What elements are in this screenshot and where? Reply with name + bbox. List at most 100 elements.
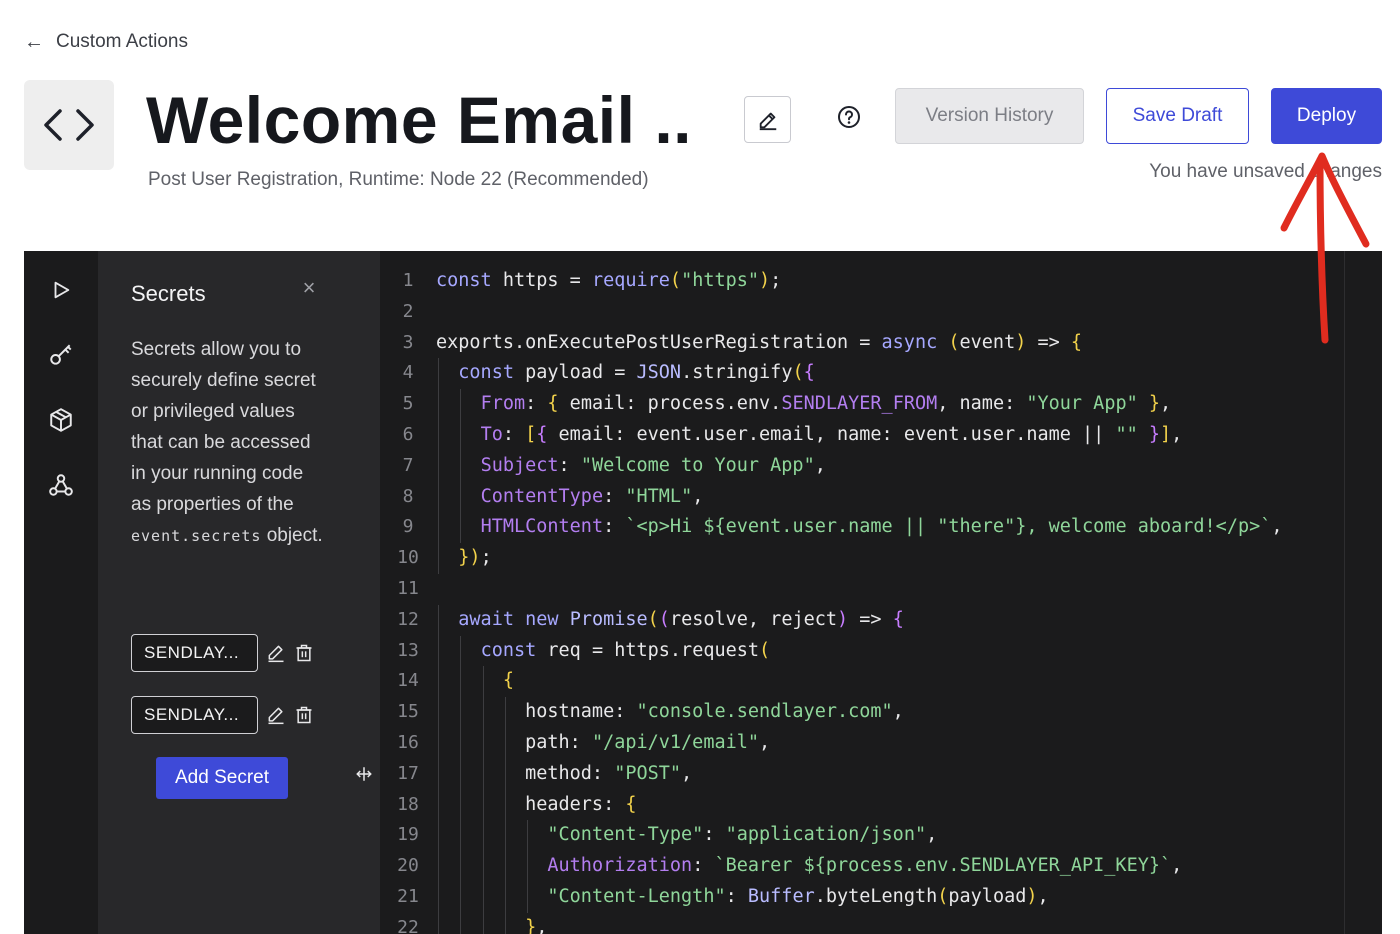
line-number: 4 xyxy=(402,362,414,384)
indent-guide xyxy=(460,727,462,759)
code-line[interactable]: Authorization: `Bearer ${process.env.SEN… xyxy=(436,851,1361,882)
close-icon[interactable]: × xyxy=(298,277,320,299)
indent-guide xyxy=(504,789,506,821)
code-text: await new Promise((resolve, reject) => { xyxy=(458,608,904,630)
key-icon[interactable] xyxy=(46,340,76,370)
indent-guide xyxy=(504,881,506,913)
indent-guide xyxy=(460,389,462,420)
indent-guide xyxy=(460,481,462,513)
package-icon[interactable] xyxy=(46,405,76,435)
resize-handle-icon[interactable] xyxy=(355,763,373,785)
deploy-button[interactable]: Deploy xyxy=(1271,88,1382,144)
indent-guide xyxy=(460,697,462,728)
code-line[interactable]: Subject: "Welcome to Your App", xyxy=(436,450,1361,482)
line-number: 7 xyxy=(402,454,414,476)
back-link-label: Custom Actions xyxy=(56,31,188,52)
line-number: 3 xyxy=(402,331,414,353)
trash-icon[interactable] xyxy=(292,641,316,665)
question-icon xyxy=(838,106,860,128)
indent-guide xyxy=(438,820,439,852)
help-button[interactable] xyxy=(833,101,865,133)
code-text: Authorization: `Bearer ${process.env.SEN… xyxy=(547,855,1183,877)
code-text: path: "/api/v1/email", xyxy=(436,731,771,753)
code-line[interactable]: const https = require("https"); xyxy=(436,266,1361,297)
edit-title-button[interactable] xyxy=(744,96,791,143)
code-line[interactable]: }, xyxy=(436,912,1361,934)
indent-guide xyxy=(460,512,462,544)
code-line[interactable]: hostname: "console.sendlayer.com", xyxy=(436,697,1361,728)
back-link[interactable]: ← Custom Actions xyxy=(24,28,188,56)
line-number: 22 xyxy=(397,916,419,934)
edit-secret-icon[interactable] xyxy=(264,641,288,665)
line-number: 15 xyxy=(397,701,419,723)
code-line[interactable]: exports.onExecutePostUserRegistration = … xyxy=(436,328,1361,359)
indent-guide xyxy=(438,851,439,882)
indent-guide xyxy=(438,635,439,667)
code-line[interactable]: ContentType: "HTML", xyxy=(436,481,1361,513)
indent-guide xyxy=(460,789,462,821)
panel-resizer xyxy=(346,251,380,934)
code-text: { xyxy=(502,670,514,692)
indent-guide xyxy=(482,851,484,882)
code-line[interactable] xyxy=(436,574,1361,605)
indent-guide xyxy=(438,912,439,934)
indent-guide xyxy=(504,851,506,882)
editor-workspace: Secrets × Secrets allow you to securely … xyxy=(24,251,1382,934)
add-secret-button[interactable]: Add Secret xyxy=(156,757,288,799)
code-line[interactable]: { xyxy=(436,666,1361,698)
indent-guide xyxy=(438,666,439,698)
line-number: 14 xyxy=(397,670,419,692)
page-title: Welcome Email ... xyxy=(146,83,691,157)
indent-guide xyxy=(460,881,462,913)
line-number: 16 xyxy=(397,731,419,753)
line-number: 17 xyxy=(397,762,419,784)
line-number: 6 xyxy=(402,423,414,445)
indent-guide xyxy=(504,758,506,790)
secret-row: SENDLAY... xyxy=(131,696,316,734)
line-number: 18 xyxy=(397,793,419,815)
code-line[interactable]: await new Promise((resolve, reject) => { xyxy=(436,604,1361,636)
code-line[interactable]: From: { email: process.env.SENDLAYER_FRO… xyxy=(436,389,1361,420)
code-line[interactable]: To: [{ email: event.user.email, name: ev… xyxy=(436,419,1361,451)
code-line[interactable]: "Content-Length": Buffer.byteLength(payl… xyxy=(436,881,1361,913)
code-line[interactable]: }); xyxy=(436,543,1361,574)
indent-guide xyxy=(482,881,484,913)
code-line[interactable]: path: "/api/v1/email", xyxy=(436,727,1361,759)
webhook-icon[interactable] xyxy=(46,470,76,500)
indent-guide xyxy=(482,727,484,759)
line-number: 9 xyxy=(402,516,414,538)
line-number: 8 xyxy=(402,485,414,507)
play-icon[interactable] xyxy=(46,275,76,305)
code-line[interactable]: const payload = JSON.stringify({ xyxy=(436,358,1361,390)
code-line[interactable] xyxy=(436,297,1361,328)
indent-guide xyxy=(527,820,529,852)
line-number: 2 xyxy=(402,300,414,322)
code-text: "Content-Type": "application/json", xyxy=(547,824,938,846)
side-rail xyxy=(24,251,98,934)
secret-name-field[interactable]: SENDLAY... xyxy=(131,634,258,672)
edit-secret-icon[interactable] xyxy=(264,703,288,727)
secret-name-field[interactable]: SENDLAY... xyxy=(131,696,258,734)
code-text: exports.onExecutePostUserRegistration = … xyxy=(436,331,1083,353)
indent-guide xyxy=(504,727,506,759)
code-line[interactable]: const req = https.request( xyxy=(436,635,1361,667)
save-draft-button[interactable]: Save Draft xyxy=(1106,88,1249,144)
trash-icon[interactable] xyxy=(292,703,316,727)
action-code-icon xyxy=(24,80,114,170)
secrets-description-text: Secrets allow you to securely define sec… xyxy=(131,339,316,515)
line-number-gutter: 1 2 3 4 5 6 7 8 9 10 11 12 13 14 15 16 17 18 19 20 21 22 xyxy=(380,266,436,934)
version-history-button[interactable]: Version History xyxy=(895,88,1084,144)
code-line[interactable]: "Content-Type": "application/json", xyxy=(436,820,1361,852)
line-number: 21 xyxy=(397,885,419,907)
code-line[interactable]: method: "POST", xyxy=(436,758,1361,790)
code-content[interactable]: const https = require("https"); exports.o… xyxy=(436,266,1361,934)
code-line[interactable]: headers: { xyxy=(436,789,1361,821)
secrets-description-code: event.secrets xyxy=(131,527,262,545)
line-number: 11 xyxy=(397,577,419,599)
indent-guide xyxy=(460,851,462,882)
indent-guide xyxy=(438,727,439,759)
editor-scrollbar[interactable] xyxy=(1344,251,1363,934)
code-editor[interactable]: 1 2 3 4 5 6 7 8 9 10 11 12 13 14 15 16 17 18 19 20 21 22 cons… xyxy=(380,251,1363,934)
code-line[interactable]: HTMLContent: `<p>Hi ${event.user.name ||… xyxy=(436,512,1361,544)
secrets-description-end: object. xyxy=(266,525,323,546)
